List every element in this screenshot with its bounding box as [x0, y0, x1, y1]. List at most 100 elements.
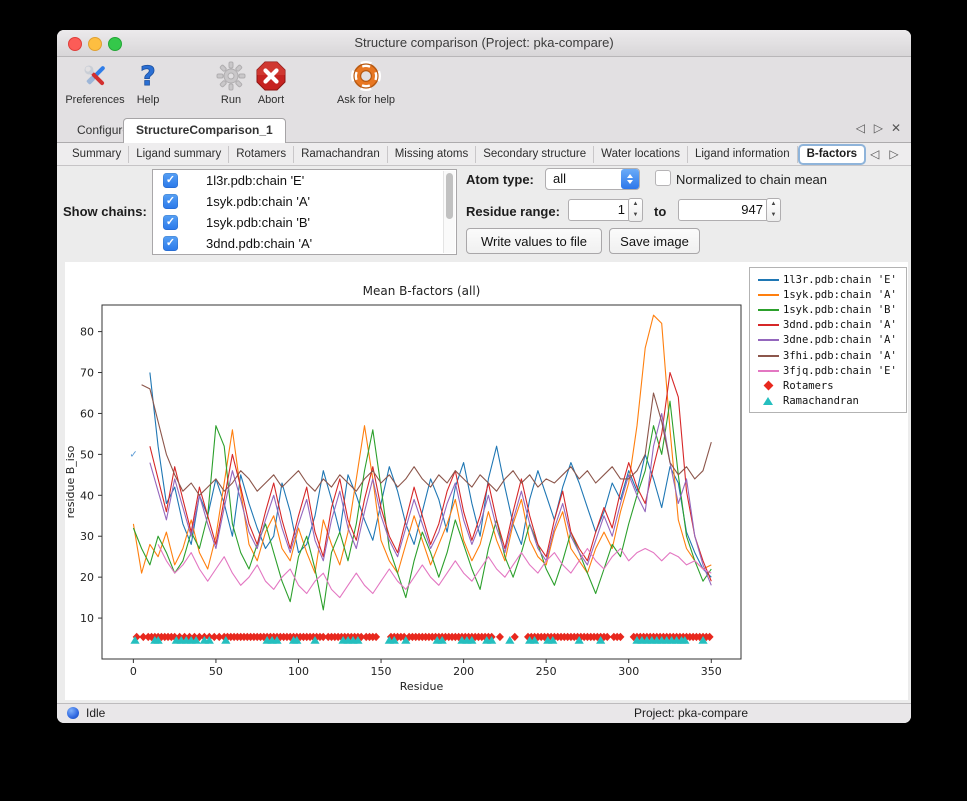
- status-text: Idle: [86, 704, 105, 722]
- sub-tab-missing-atoms[interactable]: Missing atoms: [388, 146, 477, 163]
- toolbar-item-label: Ask for help: [337, 94, 395, 106]
- chain-list-item[interactable]: ✓ 3dnd.pdb:chain 'A': [153, 233, 456, 254]
- svg-text:10: 10: [80, 612, 94, 625]
- toolbar: Preferences ?Help Run Abort Ask for help: [57, 57, 911, 115]
- check-annotation: ✓: [129, 449, 137, 460]
- list-scrollbar-track[interactable]: [443, 171, 455, 253]
- toolbar-item-run[interactable]: Run: [216, 59, 246, 106]
- legend-item: 1syk.pdb:chain 'B': [756, 302, 906, 317]
- chain-list-item[interactable]: ✓1l3r.pdb:chain 'E': [153, 170, 456, 191]
- sub-tab-secondary-structure[interactable]: Secondary structure: [476, 146, 594, 163]
- legend-line-swatch: [756, 294, 780, 296]
- legend-label: 3dne.pdb:chain 'A': [783, 334, 897, 346]
- chain-checkbox[interactable]: ✓: [163, 236, 178, 251]
- sub-tab-ramachandran[interactable]: Ramachandran: [294, 146, 388, 163]
- chart-legend: 1l3r.pdb:chain 'E'1syk.pdb:chain 'A'1syk…: [749, 267, 907, 413]
- legend-line-swatch: [756, 339, 780, 341]
- toolbar-item-label: Preferences: [65, 94, 124, 106]
- legend-item: 3fhi.pdb:chain 'A': [756, 348, 906, 363]
- sub-tab-b-factors[interactable]: B-factors: [798, 144, 866, 165]
- svg-text:30: 30: [80, 530, 94, 543]
- svg-text:20: 20: [80, 571, 94, 584]
- atom-type-value: all: [553, 169, 566, 189]
- lifebuoy-icon: [349, 59, 383, 93]
- write-values-button[interactable]: Write values to file: [466, 228, 602, 254]
- range-to-input[interactable]: 947: [678, 199, 769, 221]
- tab-next-icon[interactable]: ▷: [874, 121, 883, 135]
- atom-type-dropdown[interactable]: all: [545, 168, 640, 190]
- plot-panel: Mean B-factors (all)05010015020025030035…: [65, 262, 908, 700]
- svg-text:70: 70: [80, 367, 94, 380]
- legend-label: 1l3r.pdb:chain 'E': [783, 274, 897, 286]
- residue-range-label: Residue range:: [466, 204, 560, 219]
- svg-text:50: 50: [209, 665, 223, 678]
- app-window: Structure comparison (Project: pka-compa…: [57, 30, 911, 723]
- svg-text:50: 50: [80, 448, 94, 461]
- svg-text:200: 200: [453, 665, 474, 678]
- svg-text:?: ?: [140, 61, 156, 92]
- svg-text:150: 150: [371, 665, 392, 678]
- abort-icon: [254, 59, 288, 93]
- range-from-input[interactable]: 1: [568, 199, 631, 221]
- chain-list[interactable]: ✓1l3r.pdb:chain 'E'✓1syk.pdb:chain 'A'✓1…: [152, 169, 457, 255]
- legend-line-swatch: [756, 309, 780, 311]
- svg-text:300: 300: [618, 665, 639, 678]
- legend-line-swatch: [756, 279, 780, 281]
- chain-checkbox[interactable]: ✓: [163, 215, 178, 230]
- title-bar[interactable]: Structure comparison (Project: pka-compa…: [57, 30, 911, 57]
- chain-label: 1syk.pdb:chain 'A': [206, 194, 310, 209]
- chain-label: 3dnd.pdb:chain 'A': [206, 236, 312, 251]
- list-scrollbar-thumb[interactable]: [446, 173, 453, 219]
- sub-tab-water-locations[interactable]: Water locations: [594, 146, 688, 163]
- toolbar-item-help[interactable]: ?Help: [133, 59, 163, 106]
- legend-label: Ramachandran: [783, 395, 859, 407]
- main-tab-bar: ◁ ▷ ✕ ConfigureStructureComparison_1: [57, 115, 911, 143]
- tab-close-icon[interactable]: ✕: [891, 121, 901, 135]
- legend-label: Rotamers: [783, 380, 834, 392]
- tab-prev-icon[interactable]: ◁: [856, 121, 865, 135]
- legend-line-swatch: [756, 324, 780, 326]
- subtab-prev-icon[interactable]: ◁: [870, 147, 879, 161]
- chain-list-item[interactable]: ✓ 1syk.pdb:chain 'B': [153, 212, 456, 233]
- range-from-stepper[interactable]: ▲▼: [628, 198, 643, 222]
- range-to-stepper[interactable]: ▲▼: [766, 198, 781, 222]
- svg-text:80: 80: [80, 326, 94, 339]
- toolbar-item-label: Run: [221, 94, 241, 106]
- save-image-button[interactable]: Save image: [609, 228, 700, 254]
- legend-item: Rotamers: [756, 378, 906, 393]
- project-text: Project: pka-compare: [634, 704, 748, 722]
- svg-text:350: 350: [701, 665, 722, 678]
- status-bar: Idle Project: pka-compare: [57, 703, 911, 723]
- legend-item: 3dnd.pdb:chain 'A': [756, 318, 906, 333]
- svg-text:100: 100: [288, 665, 309, 678]
- sub-tab-summary[interactable]: Summary: [65, 146, 129, 163]
- legend-label: 3fhi.pdb:chain 'A': [783, 350, 897, 362]
- chain-checkbox[interactable]: ✓: [163, 194, 178, 209]
- help-icon: ?: [131, 59, 165, 93]
- window-title: Structure comparison (Project: pka-compa…: [57, 30, 911, 56]
- tools-icon: [78, 59, 112, 93]
- chain-list-item[interactable]: ✓ 1syk.pdb:chain 'A': [153, 191, 456, 212]
- normalized-checkbox[interactable]: [655, 170, 671, 186]
- sub-tab-rotamers[interactable]: Rotamers: [229, 146, 294, 163]
- sub-tab-ligand-information[interactable]: Ligand information: [688, 146, 798, 163]
- toolbar-item-ask-for-help[interactable]: Ask for help: [330, 59, 402, 106]
- toolbar-item-label: Abort: [258, 94, 284, 106]
- sub-tab-ligand-summary[interactable]: Ligand summary: [129, 146, 229, 163]
- svg-text:Residue: Residue: [400, 680, 444, 693]
- legend-item: 1l3r.pdb:chain 'E': [756, 272, 906, 287]
- toolbar-item-abort[interactable]: Abort: [253, 59, 289, 106]
- bfactor-controls: Show chains: ✓1l3r.pdb:chain 'E'✓1syk.pd…: [57, 166, 911, 262]
- legend-line-swatch: [756, 370, 780, 372]
- chain-label: 1syk.pdb:chain 'B': [206, 215, 310, 230]
- chain-checkbox[interactable]: ✓: [163, 173, 178, 188]
- legend-line-swatch: [756, 355, 780, 357]
- sub-tab-bar: SummaryLigand summaryRotamersRamachandra…: [57, 143, 911, 166]
- run-gear-icon: [214, 59, 248, 93]
- tab-structurecomparison_1[interactable]: StructureComparison_1: [123, 118, 286, 144]
- legend-label: 3fjq.pdb:chain 'E': [783, 365, 897, 377]
- toolbar-item-preferences[interactable]: Preferences: [63, 59, 127, 106]
- subtab-next-icon[interactable]: ▷: [889, 147, 898, 161]
- legend-item: 3fjq.pdb:chain 'E': [756, 363, 906, 378]
- legend-item: Ramachandran: [756, 394, 906, 409]
